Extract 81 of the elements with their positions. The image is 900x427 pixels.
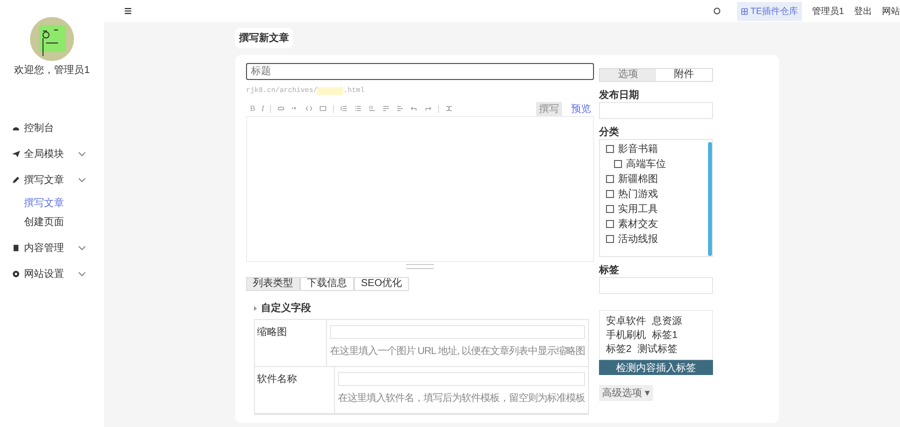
ordered-list-icon[interactable]	[340, 105, 348, 112]
undo-icon[interactable]	[410, 105, 418, 112]
divider-icon[interactable]	[382, 105, 390, 112]
category-label[interactable]: 影音书籍	[618, 142, 658, 156]
checkbox[interactable]	[606, 220, 614, 228]
bullet-list-icon[interactable]	[354, 105, 362, 112]
category-label[interactable]: 高端车位	[626, 157, 666, 171]
menu-icon[interactable]	[124, 7, 132, 15]
field-label: 标签	[599, 264, 620, 277]
avatar	[30, 17, 74, 61]
category-label[interactable]: 实用工具	[618, 202, 658, 216]
nav-item[interactable]: 网站设置	[0, 261, 104, 287]
checkbox[interactable]	[606, 190, 614, 198]
checkbox[interactable]	[606, 235, 614, 243]
checkbox[interactable]	[606, 175, 614, 183]
grid-icon	[741, 8, 748, 14]
category-label[interactable]: 热门游戏	[618, 187, 658, 201]
circle-icon[interactable]	[713, 7, 722, 15]
logout-link[interactable]: 登出	[854, 4, 872, 18]
mode-tab[interactable]: 预览	[568, 102, 594, 116]
caret-right-icon[interactable]	[254, 306, 257, 310]
settings-icon	[12, 270, 20, 278]
category-label[interactable]: 活动线报	[618, 232, 658, 246]
chevron-down-icon	[78, 150, 86, 158]
field-hint: 在这里填入软件名，填写后为软件模板，留空则为标准模板	[338, 392, 585, 405]
user-link[interactable]: 管理员1	[812, 4, 844, 18]
page-title: 撰写新文章	[235, 28, 293, 48]
field-label: 发布日期	[599, 88, 640, 102]
tag-link[interactable]: 息资源	[652, 314, 682, 328]
input-field[interactable]	[330, 325, 585, 339]
checkbox[interactable]	[606, 205, 614, 213]
tag-link[interactable]: 标签1	[652, 328, 678, 342]
checkbox[interactable]	[614, 160, 622, 168]
nav-item[interactable]: 撰写文章	[0, 167, 104, 193]
nav-item[interactable]: 全局模块	[0, 141, 104, 167]
category-label[interactable]: 素材交友	[618, 217, 658, 231]
tab[interactable]: 列表类型	[246, 277, 300, 291]
title-field[interactable]: 标题	[246, 63, 594, 80]
input-field[interactable]	[338, 372, 585, 386]
field-hint: 在这里填入一个图片 URL 地址, 以便在文章列表中显示缩略图	[330, 344, 585, 358]
field-label: 分类	[599, 126, 620, 139]
tab[interactable]: SEO优化	[354, 277, 410, 291]
more-icon[interactable]	[396, 105, 404, 112]
plugin-store-link[interactable]: TE插件仓库	[737, 2, 802, 20]
resize-handle[interactable]	[406, 264, 434, 269]
image-icon[interactable]	[319, 105, 328, 112]
tab[interactable]: 下载信息	[300, 277, 354, 291]
submenu-item[interactable]: 撰写文章	[24, 196, 104, 210]
dashboard-icon	[12, 124, 20, 132]
welcome-text: 欢迎您，管理员1	[14, 64, 90, 77]
tag-link[interactable]: 安卓软件	[606, 314, 646, 328]
section-title: 自定义字段	[261, 301, 311, 315]
nav-item[interactable]: 内容管理	[0, 235, 104, 261]
chevron-down-icon	[78, 270, 86, 278]
site-link[interactable]: 网站	[882, 4, 900, 18]
book-icon	[12, 244, 20, 252]
slug-field[interactable]	[317, 86, 344, 95]
detect-tags-button[interactable]: 检测内容插入标签	[599, 360, 713, 375]
field-label: 软件名称	[255, 367, 335, 413]
scrollbar[interactable]	[708, 142, 712, 256]
tag-link[interactable]: 手机刷机	[606, 328, 646, 342]
link-icon[interactable]	[277, 105, 286, 112]
advanced-options-button[interactable]: 高级选项 ▾	[599, 385, 653, 401]
fullscreen-icon[interactable]	[445, 105, 454, 112]
tab[interactable]: 选项	[600, 69, 656, 81]
field-label: 缩略图	[255, 320, 327, 366]
heading-icon[interactable]	[368, 105, 376, 112]
tag-link[interactable]: 标签2	[606, 342, 632, 356]
submenu-item[interactable]: 创建页面	[24, 215, 104, 229]
checkbox[interactable]	[606, 145, 614, 153]
date-field[interactable]	[599, 102, 713, 119]
chevron-down-icon	[78, 176, 86, 184]
nav-item[interactable]: 控制台	[0, 115, 104, 141]
chevron-down-icon	[78, 244, 86, 252]
tag-link[interactable]: 测试标签	[638, 342, 678, 356]
pencil-icon	[12, 176, 20, 184]
redo-icon[interactable]	[424, 105, 432, 112]
category-label[interactable]: 新疆棉图	[618, 172, 658, 186]
code-icon[interactable]	[305, 105, 314, 112]
tags-field[interactable]	[599, 277, 713, 294]
paper-plane-icon	[12, 150, 20, 158]
